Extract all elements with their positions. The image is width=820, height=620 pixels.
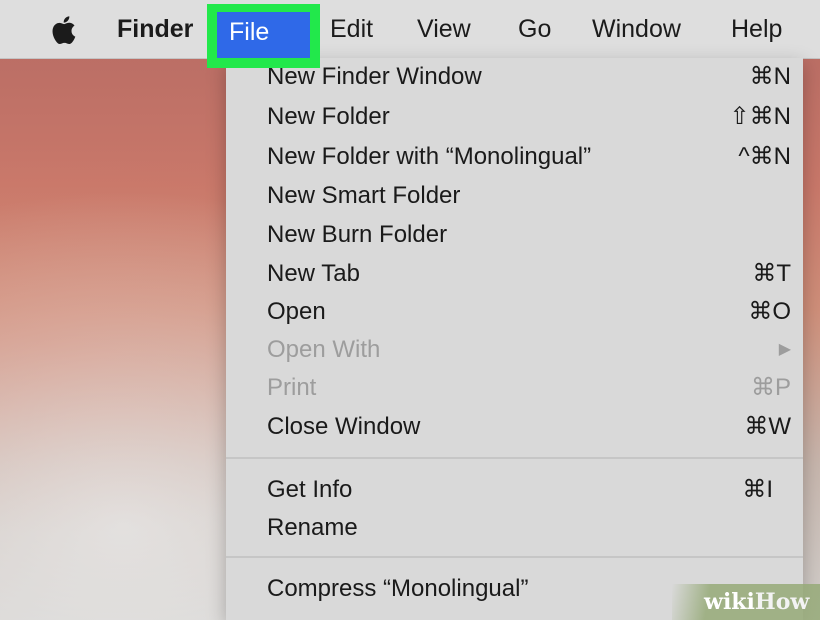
menu-item-shortcut: ⇧⌘N: [729, 103, 791, 130]
file-menu-dropdown: New Finder Window ⌘N New Folder ⇧⌘N New …: [226, 58, 803, 620]
menu-separator: [226, 556, 803, 558]
menu-go[interactable]: Go: [518, 0, 551, 58]
menu-item-open[interactable]: Open ⌘O: [226, 293, 803, 331]
menu-item-close-window[interactable]: Close Window ⌘W: [226, 408, 803, 446]
menu-item-rename[interactable]: Rename: [226, 509, 803, 547]
menu-item-label: New Smart Folder: [267, 182, 461, 209]
menu-item-label: Open: [267, 298, 326, 325]
menu-item-new-smart-folder[interactable]: New Smart Folder: [226, 177, 803, 215]
menu-item-label: New Folder with “Monolingual”: [267, 143, 592, 170]
menu-item-shortcut: ⌘P: [750, 374, 791, 401]
menu-item-shortcut: ⌘T: [752, 260, 791, 287]
menu-item-open-with: Open With ▶: [226, 331, 803, 369]
menu-item-shortcut: ^⌘N: [738, 143, 791, 170]
menu-help[interactable]: Help: [731, 0, 782, 58]
apple-icon: [52, 16, 76, 45]
menu-item-new-folder[interactable]: New Folder ⇧⌘N: [226, 98, 803, 136]
wikihow-watermark: wikiHow: [672, 584, 820, 620]
menu-view[interactable]: View: [417, 0, 471, 58]
menu-item-label: Close Window: [267, 413, 421, 440]
menu-item-label: New Folder: [267, 103, 390, 130]
menu-item-label: New Burn Folder: [267, 221, 448, 248]
menu-item-get-info[interactable]: Get Info ⌘I: [226, 471, 803, 509]
menu-item-shortcut: ⌘W: [744, 413, 791, 440]
menu-item-label: Rename: [267, 514, 358, 541]
menu-item-label: New Tab: [267, 260, 360, 287]
menu-item-new-burn-folder[interactable]: New Burn Folder: [226, 216, 803, 254]
menu-item-shortcut: ⌘I: [742, 476, 773, 503]
menu-item-label: Open With: [267, 336, 381, 363]
submenu-arrow-icon: ▶: [778, 341, 791, 358]
menu-item-shortcut: ⌘N: [749, 63, 791, 90]
menu-item-print: Print ⌘P: [226, 369, 803, 407]
menu-edit[interactable]: Edit: [330, 0, 373, 58]
menu-item-label: Compress “Monolingual”: [267, 575, 529, 602]
menu-item-label: Print: [267, 374, 317, 401]
menu-item-new-tab[interactable]: New Tab ⌘T: [226, 255, 803, 293]
menu-bar: Finder File Edit View Go Window Help: [0, 0, 820, 68]
menu-window[interactable]: Window: [592, 0, 681, 58]
menu-separator: [226, 457, 803, 459]
watermark-part-2: How: [754, 589, 810, 615]
menu-item-shortcut: ⌘O: [748, 298, 791, 325]
menu-item-label: Get Info: [267, 476, 353, 503]
app-menu-finder[interactable]: Finder: [117, 0, 193, 58]
menu-item-new-folder-with-selection[interactable]: New Folder with “Monolingual” ^⌘N: [226, 138, 803, 176]
watermark-part-1: wiki: [704, 589, 755, 615]
menu-file[interactable]: File: [217, 12, 310, 58]
